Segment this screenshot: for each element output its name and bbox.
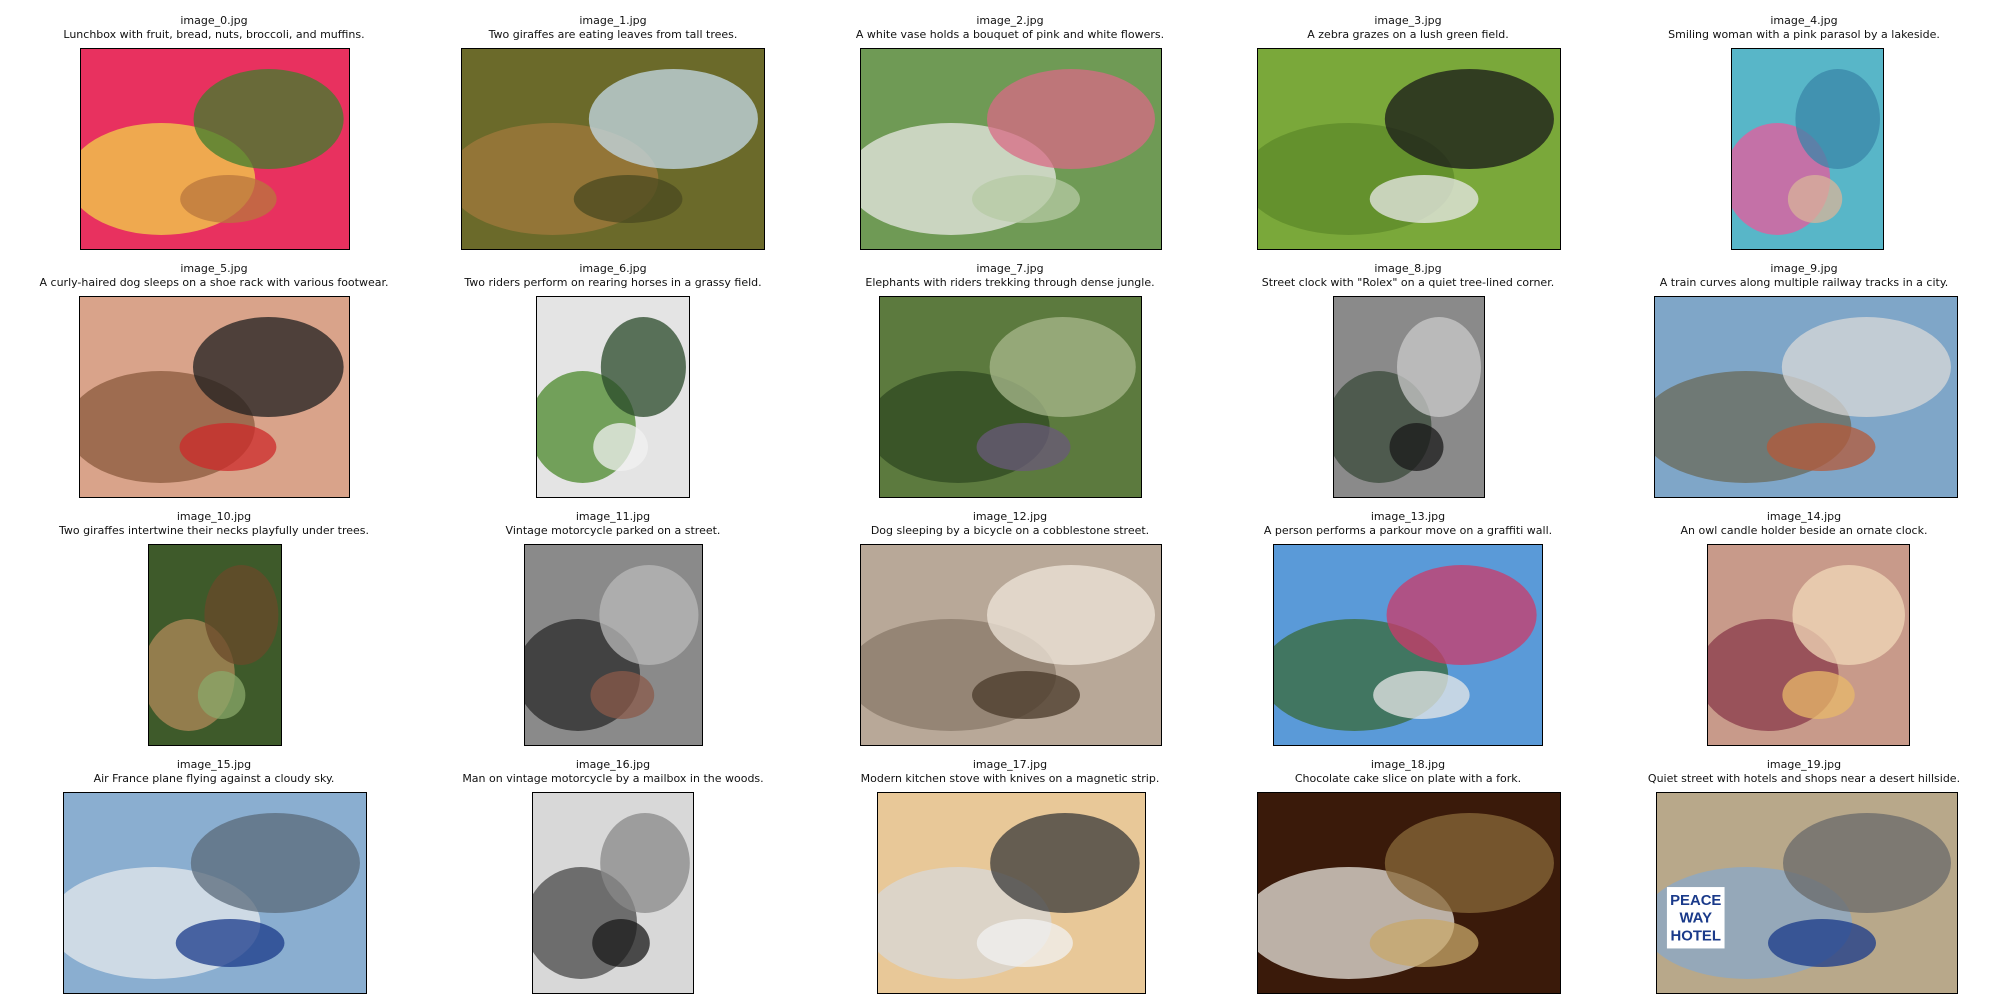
image-filename: image_19.jpg: [1766, 758, 1842, 771]
image-filename: image_9.jpg: [1770, 262, 1838, 275]
image-filename: image_11.jpg: [575, 510, 651, 523]
image-grid: image_0.jpg Lunchbox with fruit, bread, n…: [0, 0, 2000, 1000]
image-filename: image_5.jpg: [180, 262, 248, 275]
image-label: image_14.jpg An owl candle holder beside …: [1604, 510, 2000, 538]
image-caption: Street clock with "Rolex" on a quiet tre…: [1261, 276, 1555, 289]
image-filename: image_3.jpg: [1374, 14, 1442, 27]
image-caption: Two giraffes are eating leaves from tall…: [488, 28, 738, 41]
image-thumbnail: [148, 544, 282, 746]
image-thumbnail: [860, 48, 1162, 250]
image-caption: Smiling woman with a pink parasol by a l…: [1668, 28, 1940, 41]
image-filename: image_2.jpg: [976, 14, 1044, 27]
image-label: image_3.jpg A zebra grazes on a lush gree…: [1208, 14, 1608, 42]
image-thumbnail: [1257, 48, 1561, 250]
image-label: image_15.jpg Air France plane flying agai…: [14, 758, 414, 786]
image-thumbnail: [63, 792, 367, 994]
sign-text: WAY: [1679, 911, 1712, 927]
image-thumbnail: [1654, 296, 1958, 498]
image-caption: Dog sleeping by a bicycle on a cobblesto…: [870, 524, 1150, 537]
image-caption: Air France plane flying against a cloudy…: [93, 772, 335, 785]
image-label: image_4.jpg Smiling woman with a pink par…: [1604, 14, 2000, 42]
image-label: image_16.jpg Man on vintage motorcycle by…: [413, 758, 813, 786]
image-label: image_7.jpg Elephants with riders trekkin…: [810, 262, 1210, 290]
image-thumbnail: [532, 792, 694, 994]
image-filename: image_6.jpg: [579, 262, 647, 275]
image-label: image_2.jpg A white vase holds a bouquet …: [810, 14, 1210, 42]
image-filename: image_4.jpg: [1770, 14, 1838, 27]
image-filename: image_16.jpg: [575, 758, 651, 771]
image-caption: Two riders perform on rearing horses in …: [464, 276, 762, 289]
image-caption: A train curves along multiple railway tr…: [1659, 276, 1949, 289]
image-caption: Quiet street with hotels and shops near …: [1647, 772, 1961, 785]
image-label: image_12.jpg Dog sleeping by a bicycle on…: [810, 510, 1210, 538]
image-label: image_11.jpg Vintage motorcycle parked on…: [413, 510, 813, 538]
image-filename: image_17.jpg: [972, 758, 1048, 771]
image-filename: image_7.jpg: [976, 262, 1044, 275]
image-caption: A curly-haired dog sleeps on a shoe rack…: [39, 276, 389, 289]
image-label: image_6.jpg Two riders perform on rearing…: [413, 262, 813, 290]
image-filename: image_8.jpg: [1374, 262, 1442, 275]
image-filename: image_0.jpg: [180, 14, 248, 27]
image-filename: image_10.jpg: [176, 510, 252, 523]
image-thumbnail: [1257, 792, 1561, 994]
image-caption: Elephants with riders trekking through d…: [865, 276, 1155, 289]
image-thumbnail: [80, 48, 350, 250]
image-thumbnail: [461, 48, 765, 250]
image-label: image_5.jpg A curly-haired dog sleeps on …: [14, 262, 414, 290]
image-thumbnail: [1731, 48, 1884, 250]
sign-text: PEACE: [1670, 893, 1721, 909]
image-label: image_1.jpg Two giraffes are eating leave…: [413, 14, 813, 42]
image-thumbnail: [860, 544, 1162, 746]
image-label: image_17.jpg Modern kitchen stove with kn…: [810, 758, 1210, 786]
image-caption: A zebra grazes on a lush green field.: [1307, 28, 1509, 41]
image-label: image_10.jpg Two giraffes intertwine thei…: [14, 510, 414, 538]
image-thumbnail: [1333, 296, 1485, 498]
image-thumbnail: [536, 296, 690, 498]
image-label: image_0.jpg Lunchbox with fruit, bread, n…: [14, 14, 414, 42]
image-filename: image_18.jpg: [1370, 758, 1446, 771]
image-thumbnail: [879, 296, 1142, 498]
image-thumbnail: [1273, 544, 1543, 746]
image-thumbnail: [1707, 544, 1910, 746]
image-caption: Man on vintage motorcycle by a mailbox i…: [462, 772, 764, 785]
image-caption: Lunchbox with fruit, bread, nuts, brocco…: [63, 28, 365, 41]
image-caption: A person performs a parkour move on a gr…: [1263, 524, 1553, 537]
image-label: image_19.jpg Quiet street with hotels and…: [1604, 758, 2000, 786]
image-filename: image_14.jpg: [1766, 510, 1842, 523]
image-label: image_18.jpg Chocolate cake slice on plat…: [1208, 758, 1608, 786]
image-label: image_9.jpg A train curves along multiple…: [1604, 262, 2000, 290]
image-caption: Two giraffes intertwine their necks play…: [58, 524, 370, 537]
image-thumbnail: [524, 544, 703, 746]
image-caption: Vintage motorcycle parked on a street.: [505, 524, 721, 537]
image-thumbnail: [79, 296, 350, 498]
image-caption: A white vase holds a bouquet of pink and…: [855, 28, 1165, 41]
image-caption: Chocolate cake slice on plate with a for…: [1294, 772, 1522, 785]
image-label: image_8.jpg Street clock with "Rolex" on …: [1208, 262, 1608, 290]
image-filename: image_13.jpg: [1370, 510, 1446, 523]
image-filename: image_1.jpg: [579, 14, 647, 27]
image-label: image_13.jpg A person performs a parkour …: [1208, 510, 1608, 538]
image-caption: An owl candle holder beside an ornate cl…: [1680, 524, 1928, 537]
image-caption: Modern kitchen stove with knives on a ma…: [860, 772, 1160, 785]
image-thumbnail: [877, 792, 1146, 994]
sign-text: HOTEL: [1671, 929, 1721, 945]
image-thumbnail: PEACE WAY HOTEL: [1656, 792, 1958, 994]
image-filename: image_15.jpg: [176, 758, 252, 771]
image-filename: image_12.jpg: [972, 510, 1048, 523]
